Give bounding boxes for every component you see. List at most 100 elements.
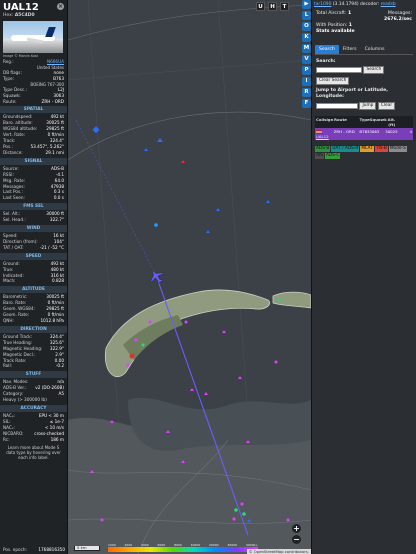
- info-row: Route: ZRH - ORD: [0, 99, 67, 105]
- map-view[interactable]: · U H T + − 1000200040006000800010000200…: [68, 0, 311, 554]
- source-badge[interactable]: MLAT: [360, 146, 374, 152]
- info-row: Heavy (> 300000 lb): [0, 397, 67, 403]
- close-icon[interactable]: ×: [57, 3, 64, 10]
- info-value: -0.2: [55, 363, 64, 369]
- strip-button-3[interactable]: K: [302, 33, 311, 42]
- source-badge[interactable]: ADS-B: [315, 146, 331, 152]
- row-type: B763: [359, 129, 370, 134]
- version-line: tar1090 (3.14.1794) decoder: readsb: [312, 0, 416, 9]
- aircraft-table: Callsign Route Type Squawk Alt. (ft) UAL…: [315, 116, 413, 140]
- info-row: Mach: 0.828: [0, 278, 67, 284]
- strip-button-5[interactable]: V: [302, 55, 311, 64]
- hex-label: Hex:: [3, 13, 14, 18]
- version-link[interactable]: tar1090: [314, 2, 331, 7]
- jump-button[interactable]: Jump: [359, 102, 377, 110]
- col-route[interactable]: Route: [333, 116, 359, 128]
- row-route: ZRH - ORD: [333, 129, 355, 134]
- source-badge[interactable]: AIS: [315, 153, 324, 159]
- zoom-out-button[interactable]: −: [292, 535, 301, 544]
- total-aircraft-label: Total Aircraft:: [316, 11, 347, 16]
- search-input[interactable]: [316, 67, 362, 73]
- tab-filters[interactable]: Filters: [339, 45, 361, 54]
- info-value: 0.0 s: [53, 195, 64, 201]
- source-badge[interactable]: ADS-C: [324, 153, 341, 159]
- section-header-spatial: SPATIAL: [0, 106, 67, 114]
- map-button-u[interactable]: U: [256, 2, 265, 11]
- stats-block: Total Aircraft: 1 Messages: 2676.2/sec W…: [312, 9, 416, 35]
- section-header-wind: WIND: [0, 225, 67, 233]
- section-header-stuff: STUFF: [0, 371, 67, 379]
- aircraft-photo[interactable]: [3, 21, 63, 53]
- source-badge[interactable]: UAT / ADS-R: [331, 146, 360, 152]
- map-attribution[interactable]: © OpenStreetMap contributors.: [246, 549, 311, 554]
- jump-input[interactable]: [316, 103, 358, 109]
- info-value: 186 m: [50, 436, 64, 442]
- section-header-speed: SPEED: [0, 252, 67, 260]
- col-callsign[interactable]: Callsign: [315, 116, 333, 128]
- map-canvas[interactable]: ·: [68, 0, 311, 554]
- stats-available-link[interactable]: Stats available: [316, 29, 414, 35]
- with-position-value: 1: [348, 23, 352, 28]
- info-label: TAT / OAT:: [3, 244, 24, 250]
- col-extra[interactable]: [396, 116, 413, 128]
- info-label: Distance:: [3, 149, 23, 155]
- search-button[interactable]: Search: [363, 66, 385, 74]
- section-header-accuracy: ACCURACY: [0, 404, 67, 412]
- table-row[interactable]: UAL12 ZRH - ORD B763 3063 30025 4: [315, 128, 413, 140]
- layer-button-strip: ▶ L O K M V P I R F: [302, 0, 311, 150]
- strip-button-1[interactable]: L: [302, 11, 311, 20]
- info-row: Last Seen: 0.0 s: [0, 195, 67, 201]
- info-sections: SPATIAL Groundspeed: 492 kt Baro. altitude:…: [0, 106, 67, 442]
- aircraft-header: UAL12 Hex: A5C4D0 ×: [0, 0, 67, 18]
- strip-button-6[interactable]: P: [302, 66, 311, 75]
- row-callsign[interactable]: UAL12: [315, 128, 333, 140]
- info-label: Route:: [3, 98, 17, 104]
- info-label: Sel. Head.:: [3, 217, 26, 223]
- with-position-label: With Position:: [316, 23, 348, 28]
- clear-search-button[interactable]: Clear Search: [316, 77, 350, 85]
- messages-value: 2676.2/sec: [384, 17, 412, 22]
- epoch-label: Pos. epoch:: [3, 547, 27, 553]
- jump-label: Jump to Airport or Latitude, Longitude:: [316, 88, 388, 99]
- source-badge[interactable]: Mode-S: [388, 146, 407, 152]
- info-label: Mach:: [3, 278, 16, 284]
- epoch-row: Pos. epoch: 1768816350: [0, 546, 67, 554]
- strip-button-9[interactable]: F: [302, 99, 311, 108]
- strip-button-7[interactable]: I: [302, 77, 311, 86]
- tab-columns[interactable]: Columns: [361, 45, 389, 54]
- tab-search[interactable]: Search: [315, 45, 339, 54]
- registration-block: Reg.: N666UA United States DB flags: none Typ…: [0, 59, 67, 104]
- row-altitude: 30025: [385, 129, 398, 134]
- info-row: TAT / OAT: -21 / -52 °C: [0, 245, 67, 251]
- info-value: 1012.8 hPa: [40, 318, 64, 323]
- strip-button-4[interactable]: M: [302, 44, 311, 53]
- info-row: QNH: 1012.8 hPa: [0, 318, 67, 324]
- aircraft-info-panel: UAL12 Hex: A5C4D0 × Image © Marvin Kost …: [0, 0, 68, 554]
- col-altitude[interactable]: Alt. (ft): [385, 116, 397, 128]
- zoom-in-button[interactable]: +: [292, 524, 301, 533]
- decoder-label: decoder:: [360, 2, 380, 7]
- search-label: Search:: [316, 59, 336, 64]
- source-legend: ADS-B UAT / ADS-R MLAT TIS-B Mode-S AIS ADS-C: [315, 146, 413, 159]
- strip-button-8[interactable]: R: [302, 88, 311, 97]
- info-value: A5: [58, 391, 64, 397]
- info-label: Roll:: [3, 363, 13, 369]
- decoder-link[interactable]: readsb: [381, 2, 396, 7]
- clear-jump-button[interactable]: Clear: [377, 102, 396, 110]
- col-type[interactable]: Type: [359, 116, 370, 128]
- source-badge[interactable]: TIS-B: [374, 146, 388, 152]
- info-row: Distance: 29.1 nmi: [0, 150, 67, 156]
- strip-button-2[interactable]: O: [302, 22, 311, 31]
- col-squawk[interactable]: Squawk: [369, 116, 387, 128]
- info-value: 0.828: [52, 278, 64, 284]
- epoch-value: 1768816350: [38, 547, 65, 553]
- info-label: Reg.:: [3, 59, 14, 64]
- section-header-signal: SIGNAL: [0, 157, 67, 165]
- section-header-direction: DIRECTION: [0, 325, 67, 333]
- info-label: QNH:: [3, 318, 14, 323]
- map-button-t[interactable]: T: [280, 2, 289, 11]
- hex-value: A5C4D0: [14, 13, 35, 18]
- info-value: ZRH - ORD: [41, 98, 64, 104]
- strip-button-0[interactable]: ▶: [302, 0, 311, 9]
- map-button-h[interactable]: H: [268, 2, 277, 11]
